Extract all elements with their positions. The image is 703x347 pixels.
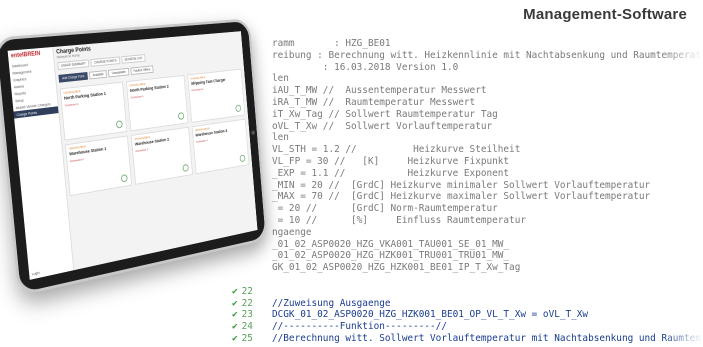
code-line: ✔ 24//----------Funktion---------//: [232, 321, 703, 333]
code-line: iAU_T_MW // Aussentemperatur Messwert: [232, 85, 703, 97]
code-panel: ramm : HZG_BE01 reibung : Berechnung witt…: [232, 38, 703, 347]
code-line: _01_02_ASP0020_HZG_VKA001_TAU001_SE_01_M…: [232, 239, 703, 251]
charge-point-card[interactable]: UNAVAILABLE Shipping Fast Charger Connecto…: [187, 68, 246, 123]
code-text: = 20 // [GrdC] Norm-Raumtemperatur: [272, 203, 498, 215]
line-number-text: 23: [241, 309, 253, 321]
code-text: iAU_T_MW // Aussentemperatur Messwert: [272, 85, 487, 97]
code-text: oVL_T_Xw // Sollwert Vorlauftemperatur: [272, 120, 493, 132]
plug-icon: [235, 104, 242, 113]
code-line: = 10 // [%] Einfluss Raumtemperatur: [232, 215, 703, 227]
code-text: iRA_T_MW // Raumtemperatur Messwert: [272, 96, 476, 108]
line-number: ✔ 23: [232, 309, 272, 321]
code-line: len: [232, 73, 703, 85]
code-line: GK_01_02_ASP0020_HZG_HZK001_BE01_IP_T_Xw…: [232, 262, 703, 274]
code-text: = 10 // [%] Einfluss Raumtemperatur: [272, 214, 526, 226]
main-content: Charge Points Network to Home USAGE SUMM…: [52, 31, 257, 270]
code-line: ngaenge: [232, 227, 703, 239]
plug-icon: [177, 112, 185, 121]
line-number: ✔ 22: [232, 286, 272, 298]
tab[interactable]: SESSION LOG: [120, 54, 146, 64]
page-title: Management-Software: [523, 6, 687, 23]
filter-button[interactable]: Unavailable: [108, 67, 130, 78]
code-line: ramm : HZG_BE01: [232, 38, 703, 50]
charge-point-cards: UNAVAILABLE North Parking Station 1 Connec…: [56, 65, 252, 201]
plug-icon: [120, 174, 128, 183]
code-line: iT_Xw_Tag // Sollwert Raumtemperatur Tag: [232, 109, 703, 121]
code-text: : 16.03.2018 Version 1.0: [272, 61, 459, 73]
filter-button[interactable]: Faulted Offline: [130, 65, 154, 76]
code-text: ramm : HZG_BE01: [272, 38, 391, 49]
filter-button[interactable]: Available: [88, 70, 108, 80]
code-line: VL_STH = 1.2 // Heizkurve Steilheit: [232, 144, 703, 156]
code-line: ✔ 22//Zuweisung Ausgaenge: [232, 298, 703, 310]
line-number: ✔ 24: [232, 321, 272, 333]
charge-point-card[interactable]: UNAVAILABLE North Parking Station 2 Connec…: [125, 74, 189, 132]
code-line: _01_02_ASP0020_HZG_HZK001_TRU001_TRU01_M…: [232, 250, 703, 262]
code-text: ngaenge: [272, 226, 312, 238]
line-number-text: 22: [241, 297, 253, 309]
line-number-text: 22: [241, 285, 253, 297]
code-line: _MAX = 70 // [GrdC] Heizkurve maximaler …: [232, 191, 703, 203]
code-text: //----------Funktion---------//: [272, 321, 447, 333]
code-text: _01_02_ASP0020_HZG_VKA001_TAU001_SE_01_M…: [272, 238, 510, 250]
plug-icon: [115, 120, 123, 129]
code-text: _MAX = 70 // [GrdC] Heizkurve maximaler …: [272, 191, 651, 203]
code-text: reibung : Berechnung witt. Heizkennlinie…: [272, 49, 703, 61]
code-line: oVL_T_Xw // Sollwert Vorlauftemperatur: [232, 121, 703, 133]
checkmark-icon: ✔: [232, 285, 238, 297]
plug-icon: [239, 154, 246, 163]
code-line: _MIN = 20 // [GrdC] Heizkurve minimaler …: [232, 180, 703, 192]
code-text: _01_02_ASP0020_HZG_HZK001_TRU001_TRU01_M…: [272, 250, 510, 262]
code-line: = 20 // [GrdC] Norm-Raumtemperatur: [232, 203, 703, 215]
code-text: //Berechnung witt. Sollwert Vorlauftempe…: [272, 332, 703, 344]
code-line: reibung : Berechnung witt. Heizkennlinie…: [232, 50, 703, 62]
code-line: ✔ 23 DCGK_01_02_ASP0020_HZG_HZK001_BE01_OP…: [232, 309, 703, 321]
code-text: len: [272, 73, 289, 85]
code-line: ✔ 25//Berechnung witt. Sollwert Vorlaufte…: [232, 333, 703, 345]
plug-icon: [182, 163, 189, 172]
code-text: DCGK_01_02_ASP0020_HZG_HZK001_BE01_OP_VL…: [272, 309, 589, 321]
code-line: ✔ 22: [232, 286, 703, 298]
code-line: : 16.03.2018 Version 1.0: [232, 62, 703, 74]
checkmark-icon: ✔: [232, 321, 238, 333]
charge-point-card[interactable]: UNAVAILABLE Warehouse Station 3 Connector …: [191, 118, 250, 175]
code-text: _EXP = 1.1 // Heizkurve Exponent: [272, 167, 510, 179]
tablet-device: entelBREIN Dashboard Management Graphics Al…: [0, 18, 268, 297]
code-text: len: [272, 132, 289, 144]
code-text: VL_STH = 1.2 // Heizkurve Steilheit: [272, 144, 521, 156]
checkmark-icon: ✔: [232, 309, 238, 321]
line-number-text: 24: [241, 321, 253, 333]
charge-point-card[interactable]: UNAVAILABLE North Parking Station 1 Connec…: [59, 81, 128, 141]
line-number-text: 25: [241, 332, 253, 344]
code-line: iRA_T_MW // Raumtemperatur Messwert: [232, 97, 703, 109]
code-text: VL_FP = 30 // [K] Heizkurve Fixpunkt: [272, 155, 510, 167]
code-text: _MIN = 20 // [GrdC] Heizkurve minimaler …: [272, 179, 651, 191]
tab[interactable]: CHARGE POINTS: [90, 56, 121, 67]
code-fade-overlay: [663, 38, 703, 347]
line-number: ✔ 25: [232, 333, 272, 345]
charge-point-card[interactable]: UNAVAILABLE Warehouse Station 1 Connector …: [64, 135, 133, 197]
tab[interactable]: USAGE SUMMARY: [57, 59, 90, 71]
checkmark-icon: ✔: [232, 332, 238, 344]
code-text: GK_01_02_ASP0020_HZG_HZK001_BE01_IP_T_Xw…: [272, 262, 521, 274]
code-line: _EXP = 1.1 // Heizkurve Exponent: [232, 168, 703, 180]
code-text: iT_Xw_Tag // Sollwert Raumtemperatur Tag: [272, 108, 498, 120]
line-number: ✔ 22: [232, 298, 272, 310]
charge-point-card[interactable]: UNAVAILABLE Warehouse Station 2 Connector …: [130, 126, 193, 185]
checkmark-icon: ✔: [232, 297, 238, 309]
code-line: VL_FP = 30 // [K] Heizkurve Fixpunkt: [232, 156, 703, 168]
code-text: //Zuweisung Ausgaenge: [272, 297, 391, 309]
code-line: len: [232, 132, 703, 144]
